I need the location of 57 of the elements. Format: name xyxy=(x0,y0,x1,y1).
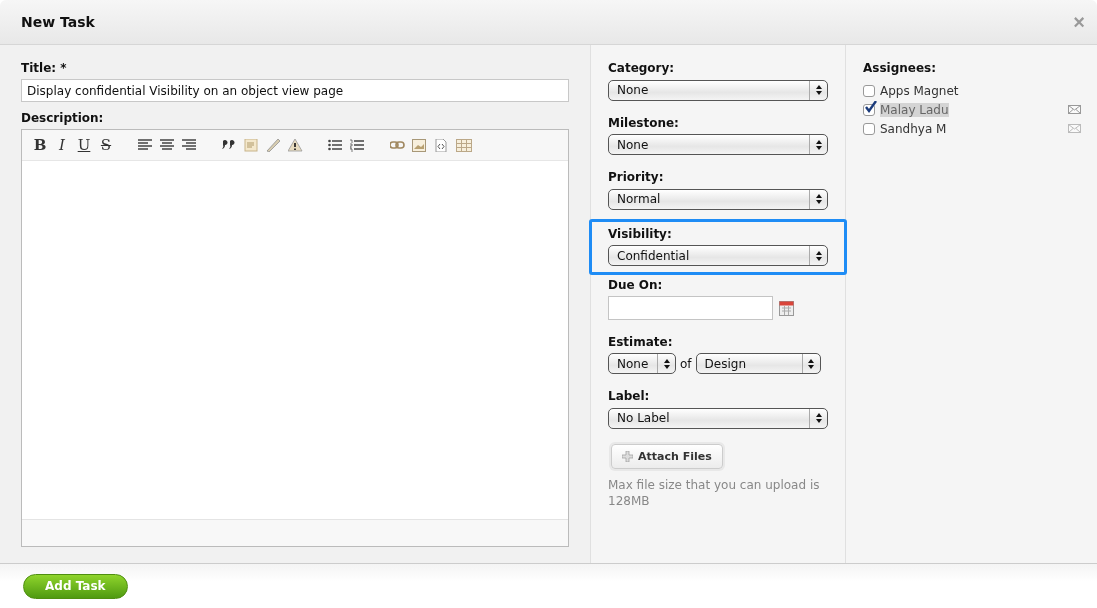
updown-arrows-icon xyxy=(815,139,822,150)
dropdown[interactable]: Confidential xyxy=(608,245,828,266)
checkbox[interactable] xyxy=(863,103,875,116)
field-label: Milestone: xyxy=(608,115,680,130)
checkbox[interactable] xyxy=(863,84,875,97)
field-label: Description: xyxy=(21,111,105,125)
updown-arrows-icon xyxy=(815,85,822,95)
align-center-icon[interactable] xyxy=(160,138,176,152)
dropdown[interactable]: Design xyxy=(695,353,821,374)
field-label: Label: xyxy=(608,389,651,403)
field-label: Priority: xyxy=(608,170,665,184)
quote-icon[interactable] xyxy=(222,138,238,152)
envelope-icon[interactable] xyxy=(1068,124,1081,133)
updown-arrows-icon xyxy=(815,194,822,204)
attach-files-button[interactable]: Attach Files xyxy=(611,443,723,469)
bullet-list-icon[interactable] xyxy=(328,138,344,152)
field-label: Due On: xyxy=(608,278,664,292)
field-label: Estimate: xyxy=(608,335,674,349)
dropdown[interactable]: Normal xyxy=(608,188,828,210)
strike-button[interactable]: S xyxy=(98,136,114,154)
updown-arrows-icon xyxy=(815,250,822,261)
envelope-icon[interactable] xyxy=(1068,105,1081,114)
align-left-icon[interactable] xyxy=(138,138,154,152)
upload-limit-note: Max file size that you can upload is 128MB xyxy=(608,476,821,509)
title-input-field[interactable]: Display confidential Visibility on an object view page xyxy=(21,79,569,102)
plus-icon xyxy=(622,450,633,462)
bold-button[interactable]: B xyxy=(32,136,48,154)
dropdown[interactable]: None xyxy=(608,353,676,374)
assignee-name: Malay Ladu xyxy=(880,102,949,117)
code-file-icon[interactable] xyxy=(434,138,450,152)
image-icon[interactable] xyxy=(412,138,428,152)
field-label: Visibility: xyxy=(608,226,673,241)
dropdown[interactable]: No Label xyxy=(608,407,828,429)
calendar-icon[interactable] xyxy=(779,300,794,316)
field-label: Category: xyxy=(608,61,676,75)
warning-icon[interactable] xyxy=(288,138,304,152)
field-label: Title: * xyxy=(21,61,68,75)
pencil-icon[interactable] xyxy=(266,138,282,152)
rich-text-editor[interactable]: B I U S xyxy=(21,129,569,547)
updown-arrows-icon xyxy=(663,358,670,369)
dropdown[interactable]: None xyxy=(608,79,828,101)
checkbox[interactable] xyxy=(863,122,875,135)
align-right-icon[interactable] xyxy=(182,138,198,152)
field-label: Assignees: xyxy=(863,61,938,75)
italic-button[interactable]: I xyxy=(54,136,70,154)
dropdown[interactable]: None xyxy=(608,134,828,155)
assignee-name: Sandhya M xyxy=(880,121,947,136)
numbered-list-icon[interactable] xyxy=(350,138,366,152)
dialog-title: New Task xyxy=(21,14,96,30)
updown-arrows-icon xyxy=(815,413,822,423)
assignee-name: Apps Magnet xyxy=(880,83,959,98)
updown-arrows-icon xyxy=(808,358,815,369)
link-icon[interactable] xyxy=(390,138,406,152)
of-text: of xyxy=(680,356,692,371)
underline-button[interactable]: U xyxy=(76,136,92,154)
date-input-field[interactable] xyxy=(608,296,773,320)
table-icon[interactable] xyxy=(456,138,472,152)
